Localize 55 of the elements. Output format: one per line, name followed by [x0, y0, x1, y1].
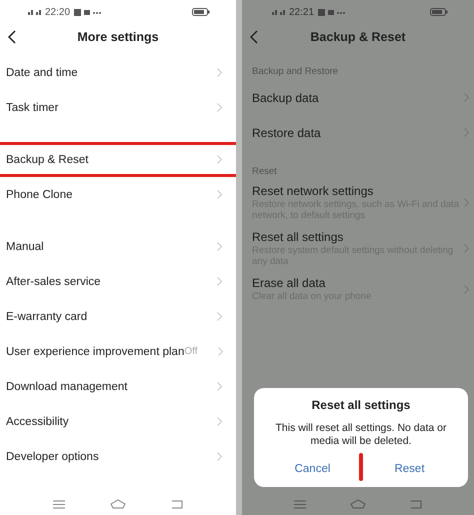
reset-button[interactable]: Reset — [363, 453, 456, 481]
settings-item[interactable]: E-warranty card — [0, 299, 236, 334]
signal-icon — [28, 10, 41, 14]
signal-icon — [272, 10, 285, 14]
settings-item[interactable]: Accessibility — [0, 404, 236, 439]
menu-icon[interactable] — [294, 500, 306, 508]
chevron-icon — [464, 284, 469, 294]
chevron-icon — [217, 242, 222, 251]
chevron-icon — [217, 190, 222, 199]
section-header: Backup and Restore — [252, 66, 340, 77]
screen-title: More settings — [77, 30, 159, 44]
settings-item[interactable]: Date and time — [0, 55, 236, 90]
back-icon[interactable] — [8, 30, 16, 44]
chevron-icon — [217, 103, 222, 112]
chevron-icon — [217, 277, 222, 286]
settings-item[interactable]: Reset all settings — [252, 230, 464, 244]
settings-item[interactable]: Restore data — [252, 126, 464, 140]
notification-icons — [74, 8, 102, 16]
home-icon[interactable] — [350, 499, 366, 509]
settings-item[interactable]: Erase all data — [252, 276, 464, 290]
home-icon[interactable] — [110, 499, 126, 509]
chevron-icon — [218, 347, 222, 356]
screen-title: Backup & Reset — [310, 30, 406, 44]
chevron-icon — [217, 417, 222, 426]
battery-icon — [192, 8, 210, 16]
section-header: Reset — [252, 166, 278, 177]
chevron-icon — [217, 452, 222, 461]
settings-item[interactable]: Manual — [0, 229, 236, 264]
cancel-button[interactable]: Cancel — [266, 453, 359, 481]
settings-item[interactable]: Download management — [0, 369, 236, 404]
settings-item[interactable]: Backup data — [252, 90, 464, 104]
status-time: 22:20 — [45, 6, 70, 18]
dialog-title: Reset all settings — [312, 398, 410, 412]
dialog-message: This will reset all settings. No data or media will be deleted. — [274, 422, 448, 449]
menu-icon[interactable] — [52, 500, 65, 508]
back-nav-icon[interactable] — [171, 500, 184, 508]
notification-icons — [318, 8, 346, 16]
status-time: 22:21 — [289, 6, 314, 18]
chevron-icon — [217, 155, 222, 164]
chevron-icon — [464, 128, 469, 137]
chevron-icon — [464, 244, 469, 254]
settings-item[interactable]: User experience improvement planOff — [0, 334, 236, 369]
settings-item[interactable]: Reset network settings — [252, 184, 464, 198]
chevron-icon — [217, 382, 222, 391]
back-nav-icon[interactable] — [410, 500, 422, 508]
chevron-icon — [464, 198, 469, 208]
settings-item[interactable]: Task timer — [0, 90, 236, 125]
battery-icon — [430, 8, 448, 16]
settings-item[interactable]: Developer options — [0, 439, 236, 474]
settings-item[interactable]: After-sales service — [0, 264, 236, 299]
chevron-icon — [217, 312, 222, 321]
settings-item[interactable]: Phone Clone — [0, 177, 236, 212]
chevron-icon — [217, 68, 222, 77]
highlighted-settings-item[interactable]: Backup & Reset — [0, 142, 236, 177]
chevron-icon — [464, 93, 469, 102]
